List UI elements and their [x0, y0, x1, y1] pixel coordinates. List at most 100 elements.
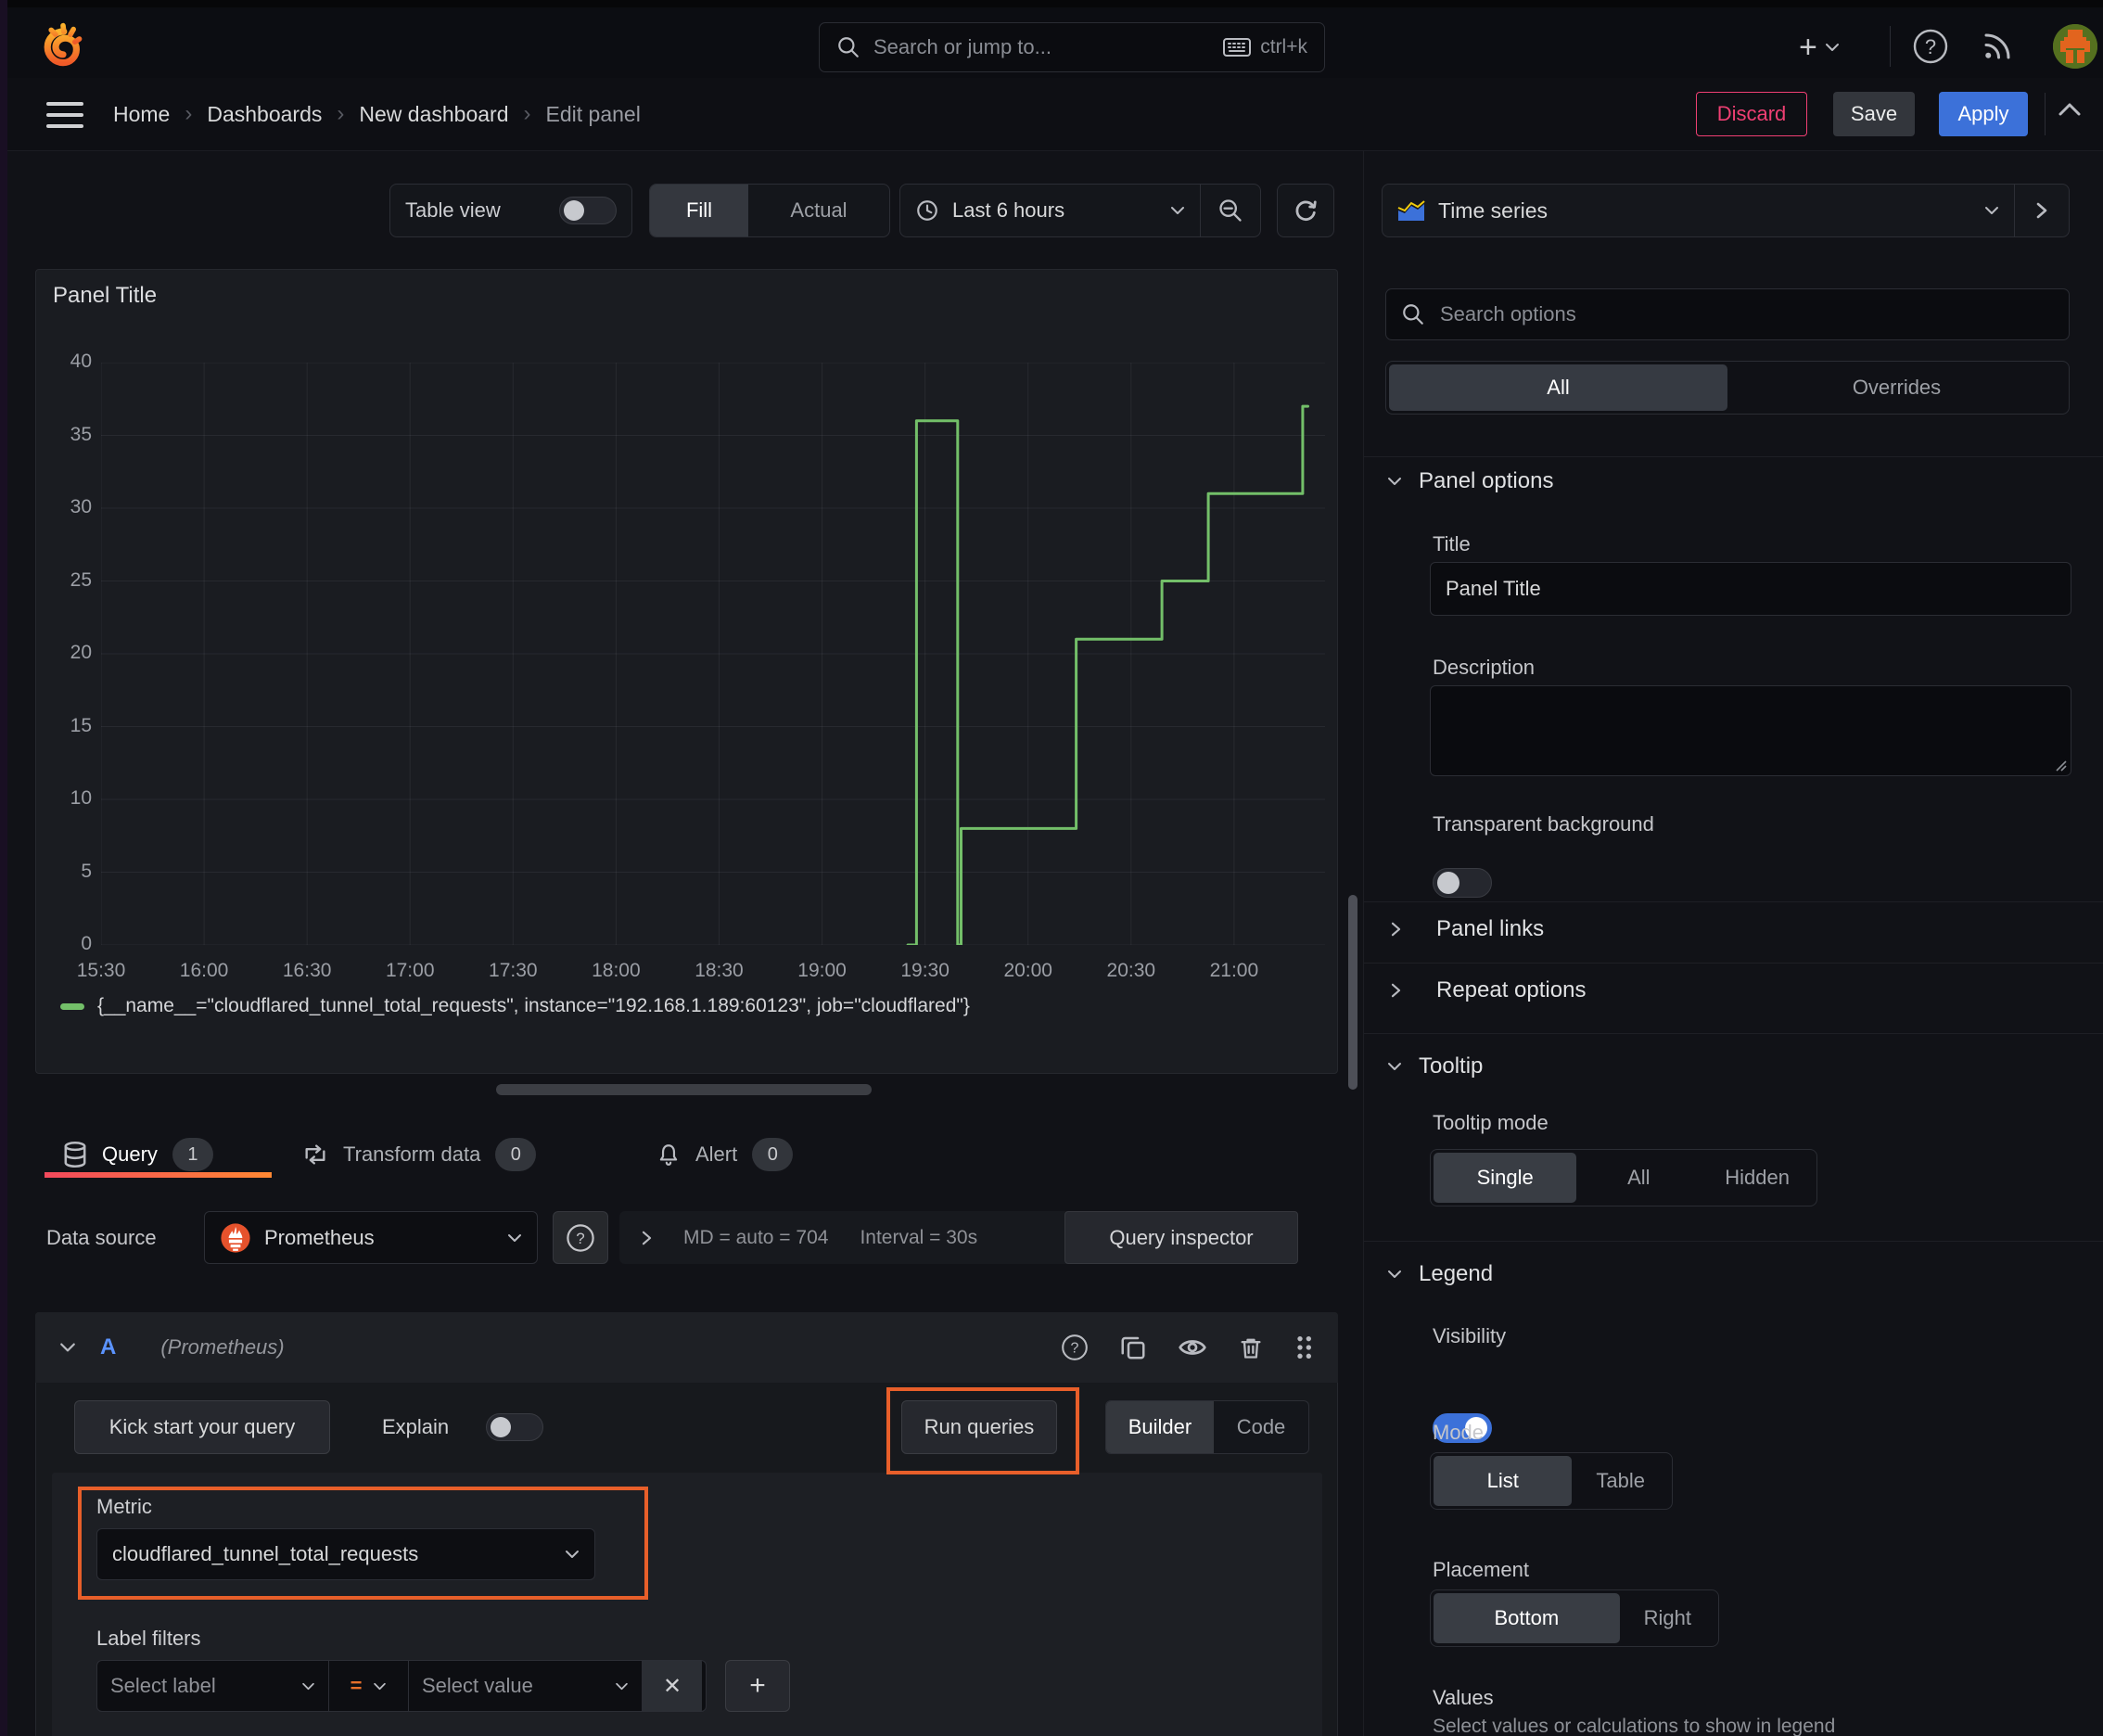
main-scrollbar-thumb[interactable]	[1348, 895, 1357, 1090]
repeat-options-section-header[interactable]: Repeat options	[1391, 977, 1586, 1003]
description-textarea[interactable]	[1430, 685, 2071, 776]
hide-response-eye-icon[interactable]	[1177, 1333, 1208, 1362]
chevron-right-icon[interactable]	[642, 1231, 652, 1245]
select-label-dropdown[interactable]: Select label	[97, 1661, 329, 1711]
tooltip-mode-all[interactable]: All	[1576, 1153, 1701, 1203]
builder-option[interactable]: Builder	[1106, 1401, 1214, 1453]
tab-transform-count: 0	[495, 1138, 537, 1171]
remove-filter-button[interactable]: ✕	[643, 1661, 702, 1711]
news-rss-icon[interactable]	[1981, 30, 2014, 63]
legend-series-label[interactable]: {__name__="cloudflared_tunnel_total_requ…	[97, 995, 970, 1017]
chevron-down-icon	[1388, 1270, 1401, 1278]
code-option[interactable]: Code	[1214, 1401, 1308, 1453]
tab-query[interactable]: Query 1	[63, 1133, 213, 1176]
datasource-help-button[interactable]: ?	[553, 1211, 608, 1264]
divider	[1364, 1033, 2103, 1034]
search-icon	[836, 35, 860, 59]
legend-mode-table[interactable]: Table	[1572, 1456, 1669, 1506]
help-icon[interactable]: ?	[1912, 28, 1949, 65]
table-view-toggle[interactable]	[559, 197, 617, 224]
collapse-header-button[interactable]	[2057, 102, 2083, 117]
add-new-button[interactable]: +	[1799, 28, 1867, 67]
breadcrumb-item-home[interactable]: Home	[113, 102, 170, 127]
query-options-stats: MD = auto = 704	[683, 1226, 829, 1248]
chevron-down-icon	[508, 1233, 521, 1242]
save-button[interactable]: Save	[1833, 92, 1915, 136]
duplicate-query-icon[interactable]	[1119, 1333, 1147, 1362]
close-icon: ✕	[662, 1673, 682, 1699]
refresh-icon	[1295, 200, 1317, 222]
panel-options-section-header[interactable]: Panel options	[1387, 468, 1553, 494]
legend-section-header[interactable]: Legend	[1387, 1261, 1493, 1287]
y-axis-tick-label: 10	[70, 787, 92, 809]
user-avatar[interactable]	[2053, 24, 2097, 69]
query-options-interval: Interval = 30s	[860, 1226, 978, 1248]
divider	[1364, 1241, 2103, 1242]
time-range-picker[interactable]: Last 6 hours	[900, 198, 1200, 223]
chevron-down-icon	[374, 1682, 387, 1690]
explain-toggle[interactable]	[486, 1413, 543, 1441]
discard-button[interactable]: Discard	[1696, 92, 1807, 136]
legend-placement-label: Placement	[1433, 1558, 1529, 1581]
grafana-logo-icon[interactable]	[41, 22, 85, 70]
query-inspector-button[interactable]: Query inspector	[1064, 1211, 1298, 1264]
y-axis-tick-label: 15	[70, 714, 92, 736]
tab-query-count: 1	[172, 1138, 213, 1171]
legend-placement-right[interactable]: Right	[1620, 1593, 1715, 1643]
chevron-right-icon	[1391, 983, 1401, 998]
breadcrumb-item-edit-panel[interactable]: Edit panel	[546, 102, 641, 127]
plus-icon: +	[749, 1670, 766, 1701]
panel-title-input[interactable]	[1430, 562, 2071, 616]
tab-overrides[interactable]: Overrides	[1727, 364, 2066, 411]
datasource-dropdown[interactable]: Prometheus	[204, 1211, 538, 1264]
x-axis-labels: 15:30 16:00 16:30 17:00 17:30 18:00 18:30 19:00…	[77, 960, 1325, 988]
visualization-dropdown[interactable]: Time series	[1383, 198, 2014, 223]
resize-handle-icon[interactable]	[2054, 759, 2067, 772]
operator-dropdown[interactable]: =	[329, 1661, 409, 1711]
tooltip-section-header[interactable]: Tooltip	[1387, 1053, 1483, 1079]
delete-query-trash-icon[interactable]	[1238, 1333, 1264, 1362]
zoom-out-time-button[interactable]	[1201, 185, 1260, 236]
select-value-dropdown[interactable]: Select value	[409, 1661, 643, 1711]
toggle-options-pane-button[interactable]	[2015, 185, 2069, 236]
chart-plot-area[interactable]	[101, 363, 1325, 945]
options-search-field[interactable]	[1385, 288, 2070, 340]
tooltip-mode-hidden[interactable]: Hidden	[1701, 1153, 1814, 1203]
datasource-name: Prometheus	[264, 1225, 375, 1249]
menu-hamburger-icon[interactable]	[46, 102, 83, 128]
tab-transform-data[interactable]: Transform data 0	[302, 1133, 537, 1176]
x-axis-tick-label: 20:00	[1003, 960, 1052, 981]
tab-all[interactable]: All	[1389, 364, 1727, 411]
legend-placement-bottom[interactable]: Bottom	[1434, 1593, 1620, 1643]
actual-option[interactable]: Actual	[748, 185, 889, 236]
global-search-input[interactable]: Search or jump to... ctrl+k	[819, 22, 1325, 72]
query-row-header[interactable]: A (Prometheus) ?	[35, 1312, 1338, 1383]
transparent-background-toggle[interactable]	[1433, 868, 1492, 898]
legend-values-hint: Select values or calculations to show in…	[1433, 1716, 1836, 1736]
legend-series-swatch[interactable]	[60, 1002, 84, 1010]
kick-start-query-button[interactable]: Kick start your query	[74, 1400, 330, 1454]
panel-links-section-header[interactable]: Panel links	[1391, 916, 1544, 942]
tooltip-title: Tooltip	[1419, 1053, 1484, 1079]
legend-mode-list[interactable]: List	[1434, 1456, 1573, 1506]
panel-title[interactable]: Panel Title	[53, 283, 157, 309]
breadcrumb-item-dashboards[interactable]: Dashboards	[207, 102, 322, 127]
database-icon	[64, 1142, 86, 1168]
drag-handle-icon[interactable]	[1294, 1333, 1314, 1362]
x-axis-tick-label: 19:00	[797, 960, 847, 981]
tooltip-mode-single[interactable]: Single	[1434, 1153, 1577, 1203]
options-search-input[interactable]	[1438, 301, 2054, 327]
add-filter-button[interactable]: +	[725, 1660, 790, 1712]
fill-option[interactable]: Fill	[650, 185, 748, 236]
refresh-button[interactable]	[1277, 184, 1334, 237]
panel-resize-handle[interactable]	[496, 1084, 872, 1095]
query-help-icon[interactable]: ?	[1060, 1333, 1090, 1362]
chevron-down-icon	[1985, 207, 1998, 214]
search-shortcut: ctrl+k	[1260, 36, 1307, 57]
apply-button[interactable]: Apply	[1939, 92, 2028, 136]
tab-alert[interactable]: Alert 0	[656, 1133, 794, 1176]
x-axis-tick-label: 16:00	[179, 960, 229, 981]
grafana-edit-panel-screen: Search or jump to... ctrl+k + ? Home › Das…	[0, 0, 2103, 1736]
y-axis-tick-label: 40	[70, 351, 92, 372]
breadcrumb-item-new-dashboard[interactable]: New dashboard	[359, 102, 508, 127]
